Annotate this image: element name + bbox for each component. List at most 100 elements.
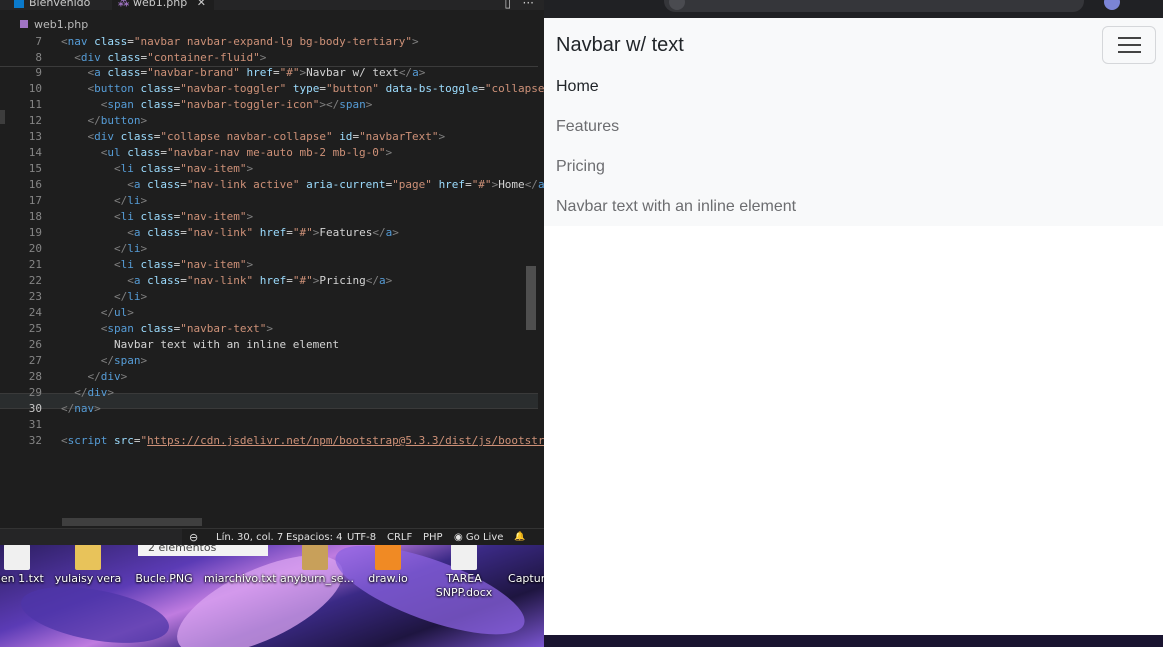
desktop-icon[interactable]: draw.io	[353, 544, 423, 586]
line-number: 25	[28, 322, 42, 335]
status-bar-left	[0, 529, 182, 545]
desktop-icons: men 1.txt yulaisy vera Bucle.PNG miarchi…	[0, 540, 552, 647]
desktop-icon-label: anyburn_se...	[280, 572, 354, 585]
line-number: 23	[28, 290, 42, 303]
browser-window: Navbar w/ text Home Features Pricing Nav…	[544, 0, 1163, 635]
code-line[interactable]: <ul class="navbar-nav me-auto mb-2 mb-lg…	[61, 145, 392, 161]
tab-label: web1.php	[133, 0, 188, 9]
nav-link-pricing[interactable]: Pricing	[556, 158, 605, 176]
line-number: 24	[28, 306, 42, 319]
code-line[interactable]: <span class="navbar-text">	[61, 321, 273, 337]
sticky-scroll-header[interactable]: 7 <nav class="navbar navbar-expand-lg bg-…	[0, 34, 538, 67]
word-file-icon	[451, 544, 477, 570]
line-number: 13	[28, 130, 42, 143]
folder-icon	[75, 544, 101, 570]
line-number: 32	[28, 434, 42, 447]
vscode-icon	[14, 0, 24, 8]
code-line[interactable]: </li>	[61, 289, 147, 305]
code-line[interactable]: </nav>	[61, 401, 101, 417]
language-mode[interactable]: PHP	[423, 529, 443, 545]
split-editor-icon[interactable]: ▯	[504, 0, 511, 10]
line-number: 18	[28, 210, 42, 223]
line-number: 7	[35, 35, 42, 48]
zoom-icon[interactable]: ⊖	[189, 529, 198, 545]
code-line[interactable]: <a class="nav-link active" aria-current=…	[61, 177, 544, 193]
navbar-brand[interactable]: Navbar w/ text	[556, 34, 684, 57]
bell-icon[interactable]: 🔔	[514, 529, 525, 545]
line-number: 19	[28, 226, 42, 239]
horizontal-scrollbar[interactable]	[62, 518, 202, 526]
line-number: 9	[35, 66, 42, 79]
desktop-icon[interactable]: miarchivo.txt	[204, 544, 277, 586]
php-file-icon: ⁂	[118, 0, 130, 9]
code-line[interactable]: Navbar text with an inline element	[61, 337, 339, 353]
code-line[interactable]: </li>	[61, 241, 147, 257]
code-line[interactable]: </span>	[61, 353, 147, 369]
navbar-text: Navbar text with an inline element	[556, 198, 797, 215]
code-line[interactable]: <script src="https://cdn.jsdelivr.net/np…	[61, 433, 544, 449]
taskbar-edge	[544, 635, 1163, 647]
nav-link-home[interactable]: Home	[556, 78, 599, 96]
desktop-icon[interactable]: yulaisy vera	[53, 544, 123, 586]
close-icon[interactable]: ✕	[197, 0, 206, 9]
encoding-setting[interactable]: UTF-8	[347, 529, 376, 545]
desktop-icon-label: Bucle.PNG	[135, 572, 193, 585]
code-line[interactable]: <a class="nav-link" href="#">Pricing</a>	[61, 273, 392, 289]
code-line[interactable]: <li class="nav-item">	[61, 209, 253, 225]
breadcrumb[interactable]: web1.php	[0, 16, 544, 34]
desktop-icon-label: TAREA SNPP.docx	[435, 572, 493, 599]
vertical-scrollbar[interactable]	[526, 266, 536, 330]
desktop-icon[interactable]: men 1.txt	[0, 544, 52, 586]
line-ending-setting[interactable]: CRLF	[387, 529, 412, 545]
cursor-position[interactable]: Lín. 30, col. 7	[216, 529, 283, 545]
broadcast-icon: ◉	[454, 532, 463, 543]
address-bar[interactable]	[664, 0, 1084, 12]
code-line[interactable]: </div>	[61, 385, 114, 401]
desktop-icon[interactable]: anyburn_se...	[280, 544, 354, 586]
code-line[interactable]: </li>	[61, 193, 147, 209]
tab-bienvenido[interactable]: Bienvenido	[14, 0, 90, 10]
breadcrumb-file: web1.php	[34, 18, 89, 31]
code-line[interactable]: </div>	[61, 369, 128, 385]
code-line[interactable]: <div class="collapse navbar-collapse" id…	[61, 129, 446, 145]
profile-icon[interactable]	[1104, 0, 1120, 10]
desktop-icon[interactable]: Bucle.PNG	[129, 544, 199, 586]
tab-actions: ▯ ···	[504, 0, 534, 10]
code-line[interactable]: <a class="nav-link" href="#">Features</a…	[61, 225, 399, 241]
go-live-button[interactable]: ◉ Go Live	[454, 529, 503, 545]
code-line[interactable]: <button class="navbar-toggler" type="but…	[61, 81, 545, 97]
app-icon	[375, 544, 401, 570]
code-line[interactable]: <li class="nav-item">	[61, 257, 253, 273]
tab-label: Bienvenido	[29, 0, 91, 9]
line-number: 14	[28, 146, 42, 159]
line-number: 27	[28, 354, 42, 367]
desktop-icon-label: miarchivo.txt	[204, 572, 277, 585]
code-line[interactable]: </ul>	[61, 305, 134, 321]
image-file-icon	[151, 544, 177, 570]
line-number: 28	[28, 370, 42, 383]
code-line[interactable]: <span class="navbar-toggler-icon"></span…	[61, 97, 373, 113]
code-line[interactable]: <nav class="navbar navbar-expand-lg bg-b…	[61, 34, 419, 50]
navbar-toggler-button[interactable]	[1102, 26, 1156, 64]
text-file-icon	[226, 544, 252, 570]
code-line[interactable]: <li class="nav-item">	[61, 161, 253, 177]
line-number: 15	[28, 162, 42, 175]
line-number: 31	[28, 418, 42, 431]
tab-web1-php[interactable]: ⁂ web1.php ✕	[112, 0, 214, 10]
line-number: 22	[28, 274, 42, 287]
go-live-label: Go Live	[465, 532, 504, 543]
line-number: 10	[28, 82, 42, 95]
editor-tab-bar: Bienvenido ⁂ web1.php ✕ ▯ ···	[0, 0, 544, 10]
more-actions-icon[interactable]: ···	[523, 0, 534, 10]
indentation-setting[interactable]: Espacios: 4	[286, 529, 343, 545]
code-line[interactable]: </button>	[61, 113, 148, 129]
line-number: 11	[28, 98, 42, 111]
code-line[interactable]: <div class="container-fluid">	[61, 50, 266, 66]
code-line[interactable]: <a class="navbar-brand" href="#">Navbar …	[61, 65, 426, 81]
desktop-icon-label: draw.io	[368, 572, 408, 585]
line-number: 21	[28, 258, 42, 271]
nav-link-features[interactable]: Features	[556, 118, 619, 136]
status-bar: ⊖ Lín. 30, col. 7 Espacios: 4 UTF-8 CRLF…	[0, 528, 544, 545]
desktop-icon[interactable]: TAREA SNPP.docx	[429, 544, 499, 600]
desktop-icon-label: men 1.txt	[0, 572, 44, 585]
